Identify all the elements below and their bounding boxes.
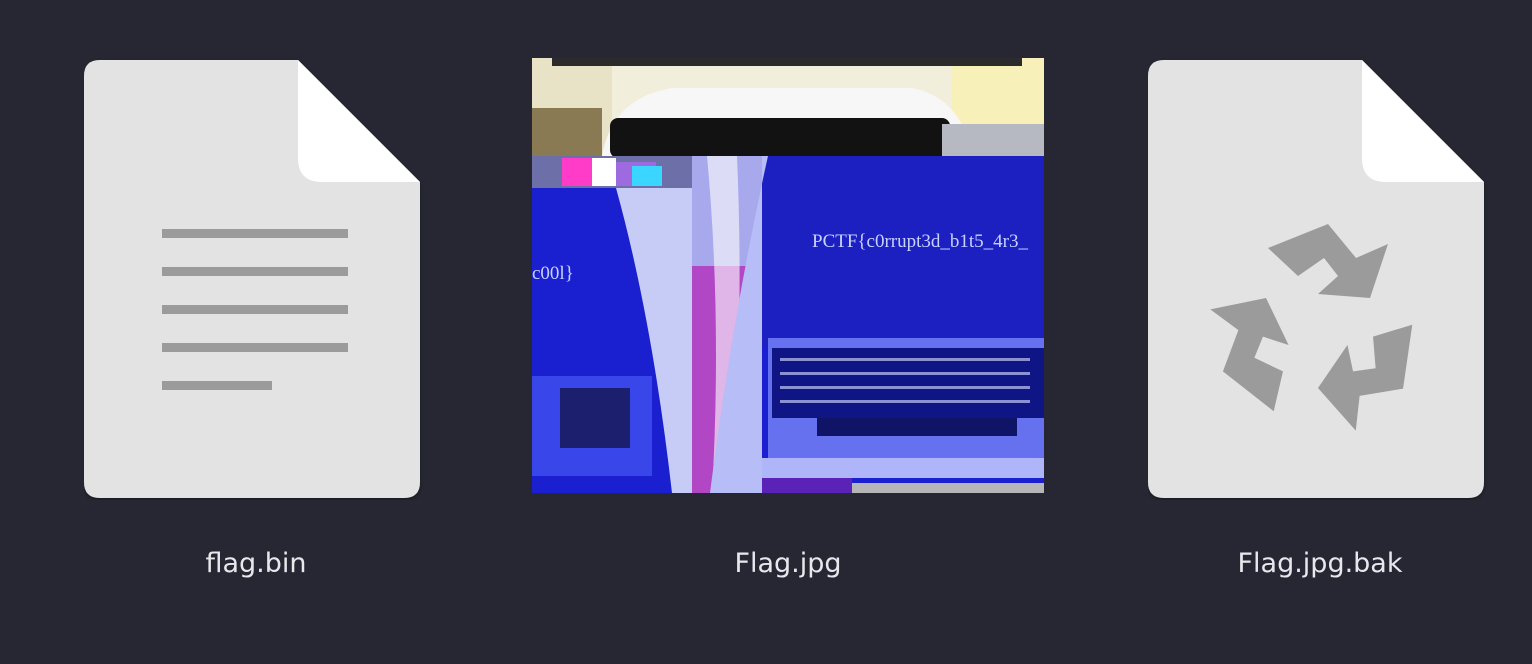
file-item-flag-jpg-bak[interactable]: Flag.jpg.bak bbox=[1120, 0, 1520, 600]
text-document-icon bbox=[84, 58, 424, 504]
file-name-label: flag.bin bbox=[205, 548, 307, 579]
image-visible-text: c00l} bbox=[532, 263, 574, 284]
file-name-label: Flag.jpg bbox=[734, 548, 842, 579]
file-grid-view: flag.bin PCTF{c0rrupt3d_b1t5_4r3_ c00l} … bbox=[0, 0, 1532, 664]
file-name-label: Flag.jpg.bak bbox=[1237, 548, 1403, 579]
recycle-document-icon bbox=[1148, 58, 1488, 504]
file-item-flag-bin[interactable]: flag.bin bbox=[56, 0, 456, 600]
image-visible-text: PCTF{c0rrupt3d_b1t5_4r3_ bbox=[812, 231, 1029, 252]
file-item-flag-jpg[interactable]: PCTF{c0rrupt3d_b1t5_4r3_ c00l} Flag.jpg bbox=[532, 0, 1044, 600]
image-thumbnail: PCTF{c0rrupt3d_b1t5_4r3_ c00l} bbox=[532, 58, 1044, 493]
